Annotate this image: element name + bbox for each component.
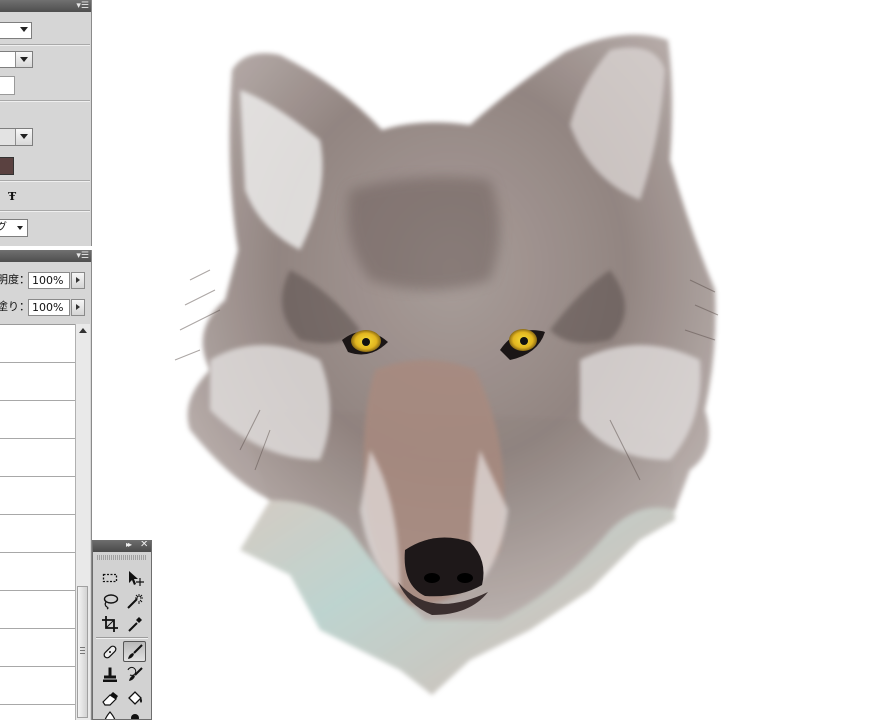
language-value: グ [0,222,7,233]
lasso-tool[interactable] [98,590,121,611]
healing-brush-tool[interactable] [98,641,121,662]
layer-row[interactable] [0,401,75,439]
text-color-swatch[interactable] [0,157,14,175]
text-style-icon[interactable]: Ŧ [8,190,16,203]
paint-bucket-icon [127,690,142,705]
tools-header: ▸▸ ✕ [93,541,151,552]
tools-palette: ▸▸ ✕ [92,540,152,720]
layer-row[interactable] [0,515,75,553]
divider [0,210,90,212]
eyedropper-icon [127,616,142,632]
font-style-dropdown[interactable] [0,51,33,68]
history-brush-icon [127,666,143,681]
fill-label: 塗り： [0,300,30,313]
brush-icon [127,643,143,659]
language-dropdown[interactable]: グ [0,219,28,237]
layer-row[interactable] [0,591,75,629]
font-size-field[interactable] [0,76,15,95]
layer-row[interactable] [0,629,75,667]
crop-tool[interactable] [98,613,121,634]
layer-row[interactable] [0,667,75,705]
magic-wand-icon [126,593,143,609]
brush-tool[interactable] [123,641,146,662]
eraser-icon [101,691,118,706]
opacity-slider-button[interactable] [71,272,85,289]
divider [0,100,90,102]
panel-header: ▾☰ [0,250,91,262]
lasso-icon [103,593,118,610]
layers-panel: ▾☰ 明度： 100% 塗り： 100% [0,250,92,720]
collapse-icon[interactable]: ▸▸ [126,541,132,549]
move-tool[interactable] [123,567,146,588]
layer-row[interactable] [0,363,75,401]
opacity-field[interactable]: 100% [28,272,70,289]
fill-field[interactable]: 100% [28,299,70,316]
layer-row[interactable] [0,477,75,515]
crop-icon [101,615,118,632]
panel-header: ▾☰ [0,0,91,12]
magic-wand-tool[interactable] [123,590,146,611]
wolf-nose [404,537,484,597]
opacity-label: 明度： [0,273,30,286]
healing-brush-icon [103,645,116,658]
font-family-dropdown[interactable] [0,22,32,39]
fill-slider-button[interactable] [71,299,85,316]
scroll-up-arrow-icon[interactable] [79,328,87,333]
leading-dropdown[interactable] [0,128,33,146]
layer-row[interactable] [0,439,75,477]
layers-list [0,324,75,720]
eyedropper-tool[interactable] [123,613,146,634]
clone-stamp-icon [102,667,117,682]
marquee-tool[interactable] [98,567,121,588]
history-brush-tool[interactable] [123,664,146,685]
scrollbar-thumb[interactable] [77,586,88,718]
marquee-icon [102,573,117,582]
clone-stamp-tool[interactable] [98,664,121,685]
panel-menu-icon[interactable]: ▾☰ [76,0,89,12]
dodge-tool[interactable] [123,708,146,719]
eraser-tool[interactable] [98,687,121,708]
divider [96,637,148,639]
layers-scrollbar[interactable] [75,324,90,720]
dodge-icon [130,713,139,719]
close-icon[interactable]: ✕ [140,541,148,550]
blur-tool[interactable] [98,708,121,719]
layer-row[interactable] [0,553,75,591]
character-panel: ▾☰ Ŧ グ [0,0,92,246]
canvas-artwork [174,34,719,695]
palette-grip[interactable] [97,555,147,560]
move-icon [128,570,144,586]
blur-icon [104,710,115,719]
layer-row[interactable] [0,325,75,363]
divider [0,180,90,182]
paint-bucket-tool[interactable] [123,687,146,708]
divider [0,44,90,46]
panel-menu-icon[interactable]: ▾☰ [76,250,89,262]
